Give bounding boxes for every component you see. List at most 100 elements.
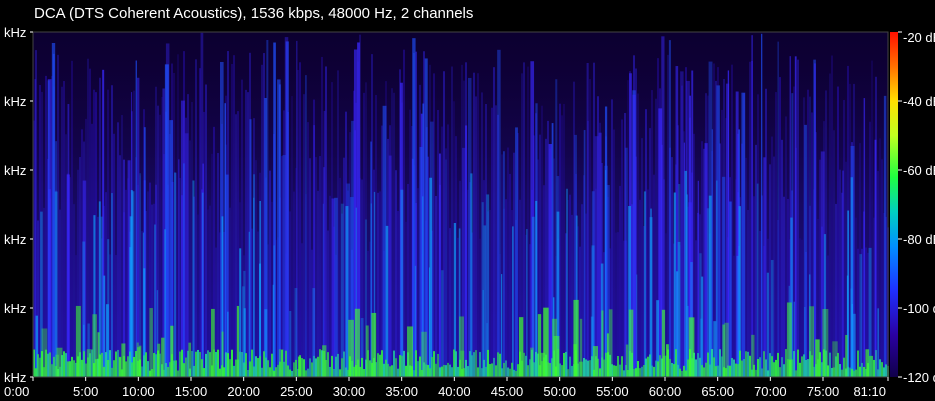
spectrum-low xyxy=(713,357,715,377)
spectrum-column xyxy=(613,129,615,377)
spectrum-low xyxy=(763,351,765,377)
spectrum-column xyxy=(321,56,323,378)
spectrum-low xyxy=(391,365,393,377)
spectrum-column xyxy=(205,84,207,377)
spectrum-column xyxy=(505,199,507,377)
spectrum-low xyxy=(685,370,687,377)
spectrum-column xyxy=(189,140,191,377)
spectrum-column xyxy=(641,138,643,377)
spectrum-low xyxy=(255,356,257,377)
spectrum-column xyxy=(117,122,119,378)
spectrum-low xyxy=(241,352,243,377)
spectrum-low xyxy=(239,351,241,377)
spectrum-streak xyxy=(583,130,586,377)
spectrum-column xyxy=(229,207,231,377)
spectrum-column xyxy=(73,204,75,377)
spectrum-low xyxy=(437,353,439,377)
spectrum-low xyxy=(361,357,363,377)
spectrum-low xyxy=(695,359,697,377)
spectrum-low xyxy=(605,352,607,377)
spectrum-column xyxy=(647,189,649,377)
spectrum-low xyxy=(477,367,479,377)
spectrum-low xyxy=(267,360,269,377)
y-tick-label: kHz xyxy=(4,301,26,316)
x-tick-label: 60:00 xyxy=(649,384,682,399)
spectrum-mid xyxy=(483,225,487,377)
spectrum-low-peak xyxy=(530,347,534,377)
spectrum-mid xyxy=(173,172,176,377)
spectrum-low xyxy=(147,361,149,377)
spectrum-low xyxy=(101,352,103,377)
spectrum-low xyxy=(779,367,781,377)
spectrum-low xyxy=(71,356,73,377)
spectrum-low xyxy=(479,352,481,377)
spectrum-low-peak xyxy=(41,328,48,377)
spectrum-low xyxy=(301,358,303,377)
spectrum-low-peak xyxy=(822,308,829,377)
spectrum-streak xyxy=(794,56,797,378)
spectrum-low xyxy=(807,359,809,377)
spectrum-streak xyxy=(47,80,50,378)
spectrum-column xyxy=(159,114,161,377)
spectrum-low-peak xyxy=(97,332,100,377)
y-tick-label: kHz xyxy=(4,94,26,109)
spectrum-low xyxy=(175,360,177,377)
spectrum-low xyxy=(103,366,105,377)
spectrum-mid xyxy=(566,188,568,377)
spectrum-mid xyxy=(853,313,856,377)
spectrum-low xyxy=(165,362,167,377)
spectrum-low xyxy=(395,358,397,377)
spectrum-low xyxy=(319,349,321,377)
spectrum-low xyxy=(247,369,249,377)
spectrum-low xyxy=(433,351,435,377)
spectrum-mid xyxy=(400,189,404,377)
spectrum-column xyxy=(563,103,565,378)
spectrum-column xyxy=(233,55,235,378)
colorbar xyxy=(890,32,898,377)
spectrum-low xyxy=(761,368,763,377)
spectrum-low xyxy=(803,354,805,377)
spectrum-column xyxy=(339,177,341,377)
spectrum-low xyxy=(617,355,619,377)
spectrum-low xyxy=(757,359,759,377)
spectrum-streak xyxy=(863,98,866,377)
spectrum-low xyxy=(731,357,733,377)
spectrum-low xyxy=(339,369,341,377)
spectrum-mid xyxy=(501,274,503,377)
x-tick-label: 35:00 xyxy=(385,384,418,399)
spectrum-low xyxy=(745,351,747,377)
spectrum-low xyxy=(145,352,147,377)
spectrum-streak xyxy=(52,53,55,377)
spectrum-low-peak xyxy=(236,305,240,377)
spectrum-column xyxy=(449,228,451,377)
spectrum-low xyxy=(197,349,199,377)
spectrum-low xyxy=(853,370,855,377)
y-tick-label: kHz xyxy=(4,232,26,247)
spectrum-low xyxy=(345,367,347,377)
spectrum-low xyxy=(829,352,831,377)
spectrum-low xyxy=(133,356,135,377)
spectrum-low xyxy=(717,365,719,377)
spectrum-mid xyxy=(766,272,769,377)
spectrum-column xyxy=(489,209,491,377)
spectrum-mid xyxy=(736,255,739,377)
x-tick-label: 65:00 xyxy=(701,384,734,399)
x-tick-label: 10:00 xyxy=(122,384,155,399)
spectrum-low xyxy=(393,350,395,377)
spectrum-low xyxy=(841,369,843,377)
spectrum-column xyxy=(209,205,211,377)
colorbar-tick-label: -80 dB xyxy=(903,232,935,247)
spectrum-low xyxy=(83,351,85,377)
spectrum-low-peak xyxy=(865,349,869,377)
spectrum-low-peak xyxy=(371,312,377,377)
spectrum-low xyxy=(525,355,527,377)
spectrum-low xyxy=(369,360,371,377)
spectrum-mid xyxy=(716,180,718,377)
spectrum-streak xyxy=(741,92,746,378)
spectrum-column xyxy=(269,170,271,377)
spectrum-low xyxy=(677,364,679,377)
spectrum-low xyxy=(599,368,601,377)
spectrum-low-peak xyxy=(722,324,725,377)
spectrum-low xyxy=(397,368,399,377)
spectrum-column xyxy=(491,107,493,378)
